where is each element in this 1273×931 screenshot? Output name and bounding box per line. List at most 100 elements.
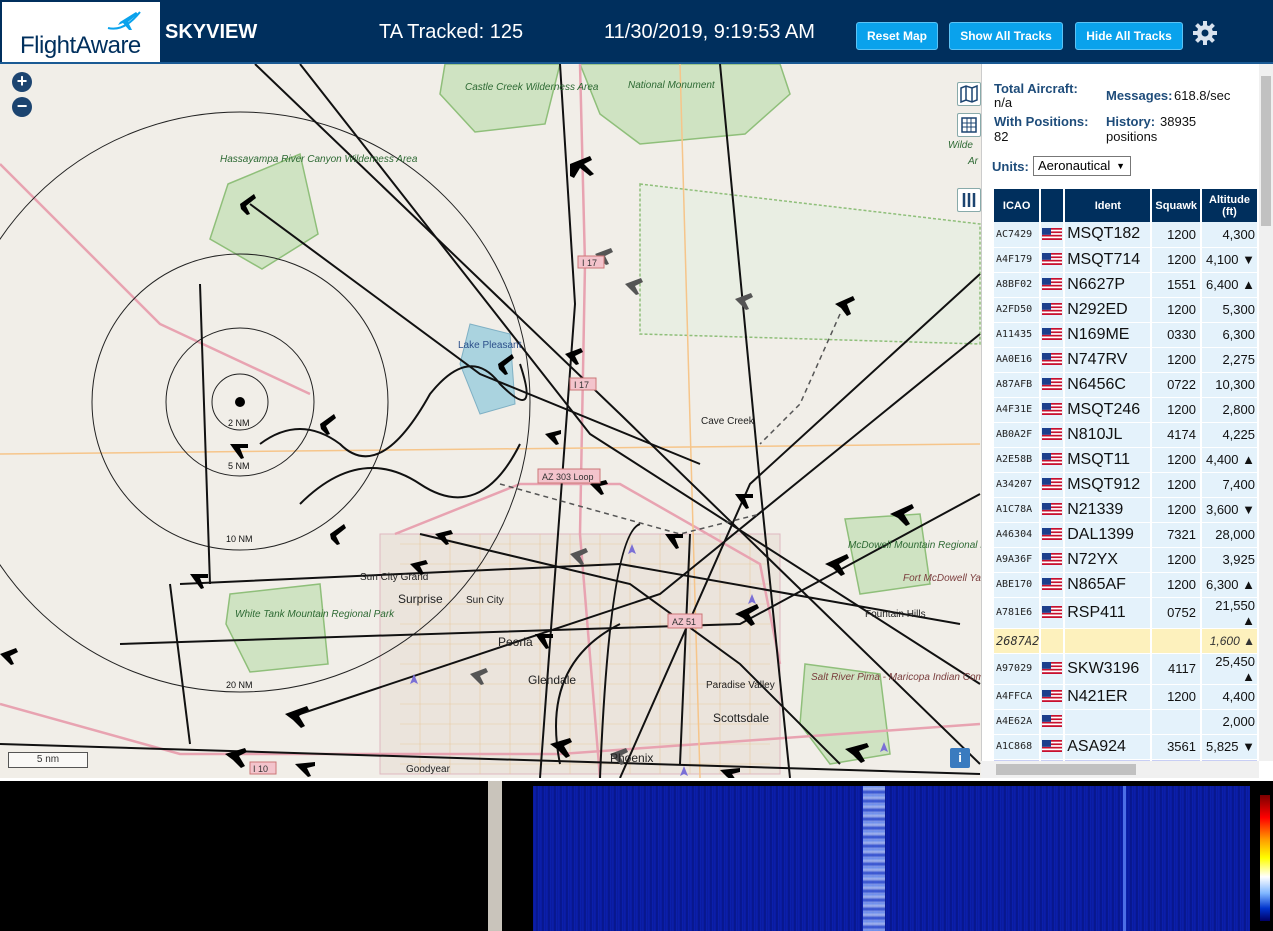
units-select[interactable]: Aeronautical ▼ xyxy=(1033,156,1131,176)
cell-flag xyxy=(1040,709,1066,735)
table-row[interactable]: A9A36F N72YX 1200 3,925 xyxy=(994,547,1260,573)
spectrum-waterfall xyxy=(533,786,1250,931)
info-button[interactable]: i xyxy=(950,748,970,768)
map-view[interactable]: 2 NM 5 NM 10 NM 20 NM Castle Creek Wilde… xyxy=(0,64,981,778)
with-positions-value: 82 xyxy=(994,129,1009,144)
sidebar: Total Aircraft: n/a With Positions: 82 M… xyxy=(981,64,1273,778)
sidebar-vertical-scrollbar[interactable] xyxy=(1259,64,1273,761)
cell-ident: N292ED xyxy=(1064,297,1153,323)
clock: 11/30/2019, 9:19:53 AM xyxy=(604,21,815,43)
cell-altitude: 3,600 ▼ xyxy=(1200,497,1260,523)
us-flag-icon xyxy=(1042,328,1063,341)
cell-ident xyxy=(1064,628,1153,654)
table-row[interactable]: A2E58B MSQT11 1200 4,400 ▲ xyxy=(994,447,1260,473)
aircraft-table-body: AC7429 MSQT182 1200 4,300 A4F179 MSQT714 1200 4… xyxy=(994,222,1260,778)
cell-flag xyxy=(1040,653,1066,685)
panel-divider[interactable] xyxy=(488,781,502,931)
table-row[interactable]: 2687A2 1,600 ▲ xyxy=(994,628,1260,654)
tracked-count: TA Tracked: 125 xyxy=(379,21,524,43)
us-flag-icon xyxy=(1042,428,1063,441)
map-layers-icon[interactable] xyxy=(957,82,981,106)
cell-altitude: 3,925 xyxy=(1200,547,1260,573)
label-wilde: Wilde xyxy=(948,140,973,151)
table-row[interactable]: A46304 DAL1399 7321 28,000 xyxy=(994,522,1260,548)
reset-map-button[interactable]: Reset Map xyxy=(856,22,938,50)
label-glendale: Glendale xyxy=(528,673,576,687)
cell-altitude: 2,275 xyxy=(1200,347,1260,373)
range-label-5: 5 NM xyxy=(228,461,250,471)
cell-flag xyxy=(1040,628,1066,654)
gear-icon[interactable] xyxy=(1192,20,1218,46)
table-row[interactable]: A11435 N169ME 0330 6,300 xyxy=(994,322,1260,348)
columns-icon[interactable] xyxy=(957,188,981,212)
cell-squawk: 0752 xyxy=(1151,597,1202,629)
cell-icao: A9A36F xyxy=(994,547,1042,573)
us-flag-icon xyxy=(1042,228,1063,241)
map-canvas[interactable]: 2 NM 5 NM 10 NM 20 NM Castle Creek Wilde… xyxy=(0,64,981,778)
col-squawk[interactable]: Squawk xyxy=(1151,189,1202,222)
zoom-out-button[interactable]: − xyxy=(12,97,32,117)
cell-squawk: 1200 xyxy=(1151,222,1202,248)
us-flag-icon xyxy=(1042,578,1063,591)
waterfall-color-scale xyxy=(1260,795,1270,921)
cell-flag xyxy=(1040,684,1066,710)
sidebar-horizontal-scrollbar[interactable] xyxy=(981,761,1259,778)
cell-icao: AB0A2F xyxy=(994,422,1042,448)
cell-ident: N6456C xyxy=(1064,372,1153,398)
table-row[interactable]: A4E62A 2,000 xyxy=(994,709,1260,735)
cell-squawk: 4117 xyxy=(1151,653,1202,685)
aircraft-table: ICAO Ident Squawk Altitude (ft) AC7429 MS… xyxy=(994,189,1260,778)
label-surprise: Surprise xyxy=(398,592,443,606)
table-row[interactable]: A8BF02 N6627P 1551 6,400 ▲ xyxy=(994,272,1260,298)
table-row[interactable]: A4FFCA N421ER 1200 4,400 xyxy=(994,684,1260,710)
cell-squawk xyxy=(1151,709,1202,735)
cell-ident: N810JL xyxy=(1064,422,1153,448)
cell-icao: A46304 xyxy=(994,522,1042,548)
cell-flag xyxy=(1040,247,1066,273)
label-castle-creek: Castle Creek Wilderness Area xyxy=(465,82,599,93)
road-i10: I 10 xyxy=(253,764,268,774)
table-row[interactable]: AA0E16 N747RV 1200 2,275 xyxy=(994,347,1260,373)
cell-altitude: 4,400 xyxy=(1200,684,1260,710)
horizontal-scroll-thumb[interactable] xyxy=(996,764,1136,775)
cell-icao: A1C868 xyxy=(994,734,1042,760)
flightaware-logo[interactable]: FlightAware xyxy=(2,2,160,62)
table-row[interactable]: A1C868 ASA924 3561 5,825 ▼ xyxy=(994,734,1260,760)
cell-squawk: 7321 xyxy=(1151,522,1202,548)
table-row[interactable]: A87AFB N6456C 0722 10,300 xyxy=(994,372,1260,398)
table-row[interactable]: A2FD50 N292ED 1200 5,300 xyxy=(994,297,1260,323)
hide-all-tracks-button[interactable]: Hide All Tracks xyxy=(1075,22,1183,50)
table-row[interactable]: A97029 SKW3196 4117 25,450 ▲ xyxy=(994,653,1260,685)
table-row[interactable]: ABE170 N865AF 1200 6,300 ▲ xyxy=(994,572,1260,598)
logo-plane-icon xyxy=(107,11,141,30)
white-tank-park xyxy=(225,583,329,673)
table-row[interactable]: AC7429 MSQT182 1200 4,300 xyxy=(994,222,1260,248)
table-row[interactable]: A1C78A N21339 1200 3,600 ▼ xyxy=(994,497,1260,523)
cell-squawk: 1200 xyxy=(1151,547,1202,573)
us-flag-icon xyxy=(1042,606,1063,619)
cell-ident: ASA924 xyxy=(1064,734,1153,760)
label-fort-mcdowell: Fort McDowell Yavapai Nation xyxy=(903,573,981,584)
table-row[interactable]: A4F179 MSQT714 1200 4,100 ▼ xyxy=(994,247,1260,273)
zoom-in-button[interactable]: + xyxy=(12,72,32,92)
cell-squawk: 1200 xyxy=(1151,447,1202,473)
table-row[interactable]: A34207 MSQT912 1200 7,400 xyxy=(994,472,1260,498)
col-ident[interactable]: Ident xyxy=(1064,189,1153,222)
messages-label: Messages: xyxy=(1106,88,1173,103)
col-altitude[interactable]: Altitude (ft) xyxy=(1200,189,1260,222)
table-row[interactable]: A4F31E MSQT246 1200 2,800 xyxy=(994,397,1260,423)
us-flag-icon xyxy=(1042,528,1063,541)
grid-icon[interactable] xyxy=(957,113,981,137)
col-icao[interactable]: ICAO xyxy=(994,189,1042,222)
table-row[interactable]: AB0A2F N810JL 4174 4,225 xyxy=(994,422,1260,448)
table-row[interactable]: A781E6 RSP411 0752 21,550 ▲ xyxy=(994,597,1260,629)
cell-altitude: 10,300 xyxy=(1200,372,1260,398)
show-all-tracks-button[interactable]: Show All Tracks xyxy=(949,22,1063,50)
label-paradise-valley: Paradise Valley xyxy=(706,680,775,691)
col-flag[interactable] xyxy=(1040,189,1066,222)
vertical-scroll-thumb[interactable] xyxy=(1261,76,1271,226)
cell-altitude: 4,225 xyxy=(1200,422,1260,448)
label-ar: Ar xyxy=(967,156,979,167)
cell-icao: A97029 xyxy=(994,653,1042,685)
cell-flag xyxy=(1040,422,1066,448)
